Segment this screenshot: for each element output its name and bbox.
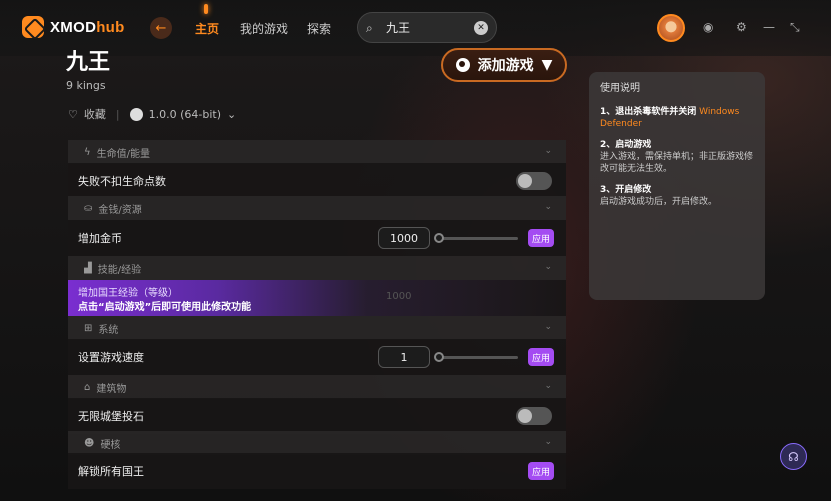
cheat-label: 失败不扣生命点数 (78, 175, 166, 188)
nav-home[interactable]: 主页 (195, 20, 219, 37)
game-subtitle: 9 kings (66, 79, 106, 92)
add-gold-slider[interactable] (434, 233, 518, 243)
add-game-label: 添加游戏 (477, 58, 534, 74)
add-gold-input[interactable]: 1000 (378, 227, 430, 249)
add-game-button[interactable]: 添加游戏 ▼ (441, 48, 567, 82)
cheat-row-add-exp-locked: 增加国王经验（等级） 点击“启动游戏”后即可使用此修改功能 1000 (68, 280, 566, 316)
instruction-step-1: 1、退出杀毒软件并关闭 Windows Defender (600, 106, 740, 129)
cheat-row-no-hp-loss: 失败不扣生命点数 (68, 163, 566, 199)
cheat-label: 增加国王经验（等级） (78, 288, 178, 299)
heart-icon[interactable]: ♡ (68, 108, 78, 121)
minimize-icon[interactable]: — (763, 20, 775, 34)
money-bag-icon: ⛀ (84, 202, 93, 214)
search-icon: ⌕ (366, 20, 373, 35)
locked-hint: 点击“启动游戏”后即可使用此修改功能 (78, 302, 252, 313)
section-money[interactable]: ⛀ 金钱/资源 ⌄ (68, 196, 566, 220)
game-speed-input[interactable]: 1 (378, 346, 430, 368)
chevron-down-icon: ⌄ (544, 202, 552, 212)
meta-divider: | (115, 107, 120, 121)
chevron-down-icon: ⌄ (544, 146, 552, 156)
logo-text: XMODhub (50, 18, 125, 36)
cheat-panel: ϟ 生命值/能量 ⌄ 失败不扣生命点数 ⛀ 金钱/资源 ⌄ 增加金币 1000 … (68, 136, 566, 489)
cheat-row-infinite-castle: 无限城堡投石 (68, 398, 566, 434)
back-button[interactable]: ← (150, 17, 172, 39)
section-health[interactable]: ϟ 生命值/能量 ⌄ (68, 140, 566, 164)
cheat-row-unlock-kings: 解锁所有国王 应用 (68, 453, 566, 489)
cheat-label: 设置游戏速度 (78, 351, 144, 364)
instruction-step-3: 3、开启修改 启动游戏成功后，开启修改。 (600, 185, 718, 208)
fullscreen-icon[interactable]: ⤡ (790, 20, 800, 35)
instruction-step-2: 2、启动游戏 进入游戏，需保持单机；非正版游戏修改可能无法生效。 (600, 139, 754, 175)
game-title: 九王 (66, 50, 111, 75)
unlock-kings-apply-button[interactable]: 应用 (528, 462, 554, 480)
no-hp-loss-toggle[interactable] (516, 172, 552, 190)
app-logo[interactable]: XMODhub (22, 16, 125, 38)
building-icon: ⌂ (84, 381, 91, 393)
nav-explore[interactable]: 探索 (307, 20, 331, 37)
cheat-label: 解锁所有国王 (78, 465, 144, 478)
section-label: 金钱/资源 (98, 204, 142, 216)
section-skills[interactable]: ▟ 技能/经验 ⌄ (68, 256, 566, 280)
bar-chart-icon: ▟ (84, 262, 92, 274)
arrow-left-icon: ← (155, 20, 167, 36)
instructions-panel: 使用说明 1、退出杀毒软件并关闭 Windows Defender 2、启动游戏… (589, 72, 765, 300)
chevron-down-icon: ⌄ (544, 322, 552, 332)
steam-icon (455, 58, 470, 72)
logo-icon (22, 16, 44, 38)
infinite-castle-toggle[interactable] (516, 407, 552, 425)
game-speed-apply-button[interactable]: 应用 (528, 348, 554, 366)
caret-down-icon: ▼ (541, 57, 553, 73)
steam-icon (129, 107, 143, 121)
slider-handle[interactable] (434, 352, 444, 362)
user-avatar[interactable] (657, 14, 685, 42)
notification-icon[interactable]: ◉ (703, 20, 713, 34)
active-nav-indicator (204, 4, 208, 14)
section-system[interactable]: ⊞ 系统 ⌄ (68, 316, 566, 340)
section-buildings[interactable]: ⌂ 建筑物 ⌄ (68, 375, 566, 399)
cheat-label: 无限城堡投石 (78, 410, 144, 423)
cheat-row-add-gold: 增加金币 1000 应用 (68, 220, 566, 256)
add-exp-input: 1000 (386, 291, 412, 302)
nav-my-games[interactable]: 我的游戏 (240, 20, 288, 37)
add-gold-apply-button[interactable]: 应用 (528, 229, 554, 247)
headset-icon: ☊ (788, 449, 799, 464)
chevron-down-icon[interactable]: ⌄ (227, 108, 236, 121)
settings-icon[interactable]: ⚙ (736, 20, 747, 34)
top-bar: XMODhub ← 主页 我的游戏 探索 ⌕ ✕ ◉ ⚙ — ⤡ (0, 0, 831, 56)
cheat-row-game-speed: 设置游戏速度 1 应用 (68, 339, 566, 375)
section-label: 硬核 (100, 439, 121, 451)
slider-handle[interactable] (434, 233, 444, 243)
support-button[interactable]: ☊ (780, 443, 807, 470)
section-label: 建筑物 (96, 383, 127, 395)
game-speed-slider[interactable] (434, 352, 518, 362)
chevron-down-icon: ⌄ (544, 437, 552, 447)
instructions-title: 使用说明 (600, 83, 640, 94)
section-hardcore[interactable]: ☻ 硬核 ⌄ (68, 431, 566, 455)
section-label: 生命值/能量 (96, 148, 150, 160)
section-label: 系统 (98, 324, 119, 336)
bolt-icon: ϟ (84, 146, 91, 158)
cheat-label: 增加金币 (78, 232, 122, 245)
version-selector[interactable]: 1.0.0 (64-bit) (149, 108, 221, 121)
favorite-label[interactable]: 收藏 (84, 106, 106, 122)
chevron-down-icon: ⌄ (544, 381, 552, 391)
game-meta: ♡ 收藏 | 1.0.0 (64-bit) ⌄ (68, 106, 236, 122)
search-box[interactable]: ⌕ ✕ (357, 12, 497, 43)
skull-icon: ☻ (84, 437, 95, 449)
search-input[interactable] (386, 20, 466, 35)
chevron-down-icon: ⌄ (544, 262, 552, 272)
section-label: 技能/经验 (97, 264, 142, 276)
clear-search-icon[interactable]: ✕ (474, 20, 488, 35)
grid-icon: ⊞ (84, 322, 93, 334)
